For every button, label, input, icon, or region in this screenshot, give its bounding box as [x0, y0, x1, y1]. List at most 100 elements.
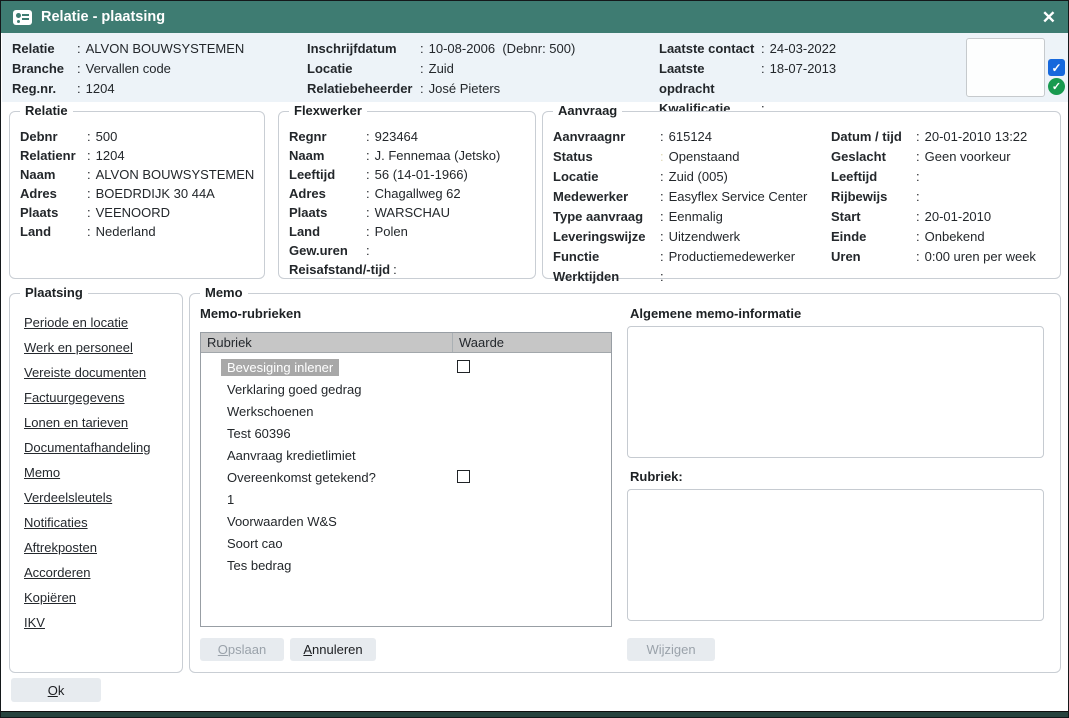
- colon: :: [84, 203, 96, 222]
- annuleren-button[interactable]: Annuleren: [290, 638, 376, 661]
- rubriek-cell[interactable]: Bevesiging inlener: [221, 359, 339, 376]
- field-value: Uitzendwerk: [669, 227, 741, 247]
- ok-button[interactable]: Ok: [11, 678, 101, 702]
- colon: :: [74, 59, 86, 79]
- rubriek-cell[interactable]: Voorwaarden W&S: [221, 513, 343, 530]
- waarde-checkbox[interactable]: [457, 360, 470, 373]
- groupbox-aanvraag: Aanvraag Aanvraagnr:615124 Status:Openst…: [542, 111, 1061, 279]
- field-value: ALVON BOUWSYSTEMEN: [86, 39, 245, 59]
- aanvraag-col-right: Datum / tijd:20-01-2010 13:22 Geslacht:G…: [831, 127, 1036, 267]
- column-header-waarde: Waarde: [453, 333, 611, 352]
- colon: :: [363, 203, 375, 222]
- groupbox-title: Memo: [200, 285, 248, 300]
- sidebar-link-kopieren[interactable]: Kopiëren: [24, 589, 168, 607]
- sidebar-link-verdeelsleutels[interactable]: Verdeelsleutels: [24, 489, 168, 507]
- table-row[interactable]: Overeenkomst getekend?: [201, 466, 611, 488]
- table-row[interactable]: Werkschoenen: [201, 400, 611, 422]
- colon: :: [363, 127, 375, 146]
- close-icon[interactable]: ✕: [1042, 9, 1056, 26]
- table-row[interactable]: Soort cao: [201, 532, 611, 554]
- field-label: Adres: [289, 184, 363, 203]
- table-row[interactable]: Bevesiging inlener: [201, 356, 611, 378]
- sidebar-link-notificaties[interactable]: Notificaties: [24, 514, 168, 532]
- waarde-checkbox[interactable]: [457, 470, 470, 483]
- colon: :: [913, 167, 925, 187]
- sidebar-link-accorderen[interactable]: Accorderen: [24, 564, 168, 582]
- colon: :: [913, 207, 925, 227]
- dialog-relatie-plaatsing: Relatie - plaatsing ✕ Relatie:ALVON BOUW…: [0, 0, 1069, 718]
- table-row[interactable]: Voorwaarden W&S: [201, 510, 611, 532]
- plaatsing-nav: Periode en locatie Werk en personeel Ver…: [10, 294, 182, 632]
- info-row: Leveringswijze:Uitzendwerk: [553, 227, 807, 247]
- memo-rubrieken-label: Memo-rubrieken: [200, 306, 301, 321]
- algemene-memo-textarea[interactable]: [627, 326, 1044, 458]
- field-label: Reisafstand/-tijd: [289, 260, 390, 279]
- info-row: Einde:Onbekend: [831, 227, 1036, 247]
- field-value: 1204: [86, 79, 115, 99]
- rubriek-cell[interactable]: Soort cao: [221, 535, 289, 552]
- rubriek-cell[interactable]: 1: [221, 491, 240, 508]
- info-row: Reg.nr.:1204: [12, 79, 244, 99]
- field-value: 20-01-2010 13:22: [925, 127, 1028, 147]
- rubriek-cell[interactable]: Tes bedrag: [221, 557, 297, 574]
- colon: :: [417, 59, 429, 79]
- field-label: Medewerker: [553, 187, 657, 207]
- colon: :: [913, 187, 925, 207]
- colon: :: [657, 247, 669, 267]
- table-row[interactable]: Aanvraag kredietlimiet: [201, 444, 611, 466]
- sidebar-link-documentafhandeling[interactable]: Documentafhandeling: [24, 439, 168, 457]
- table-row[interactable]: Test 60396: [201, 422, 611, 444]
- field-label: Branche: [12, 59, 74, 79]
- field-value: 923464: [375, 127, 418, 146]
- field-value: Easyflex Service Center: [669, 187, 808, 207]
- field-label: Type aanvraag: [553, 207, 657, 227]
- info-row: Reisafstand/-tijd:: [289, 260, 525, 279]
- field-value: Polen: [375, 222, 408, 241]
- table-row[interactable]: 1: [201, 488, 611, 510]
- button-label: k: [58, 683, 65, 698]
- table-body: Bevesiging inlener Verklaring goed gedra…: [201, 353, 611, 576]
- rubriek-cell[interactable]: Test 60396: [221, 425, 297, 442]
- sidebar-link-aftrekposten[interactable]: Aftrekposten: [24, 539, 168, 557]
- sidebar-link-lonen-en-tarieven[interactable]: Lonen en tarieven: [24, 414, 168, 432]
- field-value: 0:00 uren per week: [925, 247, 1036, 267]
- button-label: pslaan: [228, 642, 266, 657]
- field-value: Openstaand: [669, 147, 740, 167]
- field-value: 24-03-2022: [770, 39, 837, 59]
- rubriek-cell[interactable]: Overeenkomst getekend?: [221, 469, 382, 486]
- rubriek-textarea[interactable]: [627, 489, 1044, 621]
- info-row: Werktijden:: [553, 267, 807, 287]
- field-label: Einde: [831, 227, 913, 247]
- wijzigen-button[interactable]: Wijzigen: [627, 638, 715, 661]
- colon: :: [417, 79, 429, 99]
- colon: :: [84, 146, 96, 165]
- table-row[interactable]: Verklaring goed gedrag: [201, 378, 611, 400]
- rubriek-cell[interactable]: Werkschoenen: [221, 403, 319, 420]
- field-label: Plaats: [289, 203, 363, 222]
- colon: :: [913, 127, 925, 147]
- sidebar-link-factuurgegevens[interactable]: Factuurgegevens: [24, 389, 168, 407]
- window-title: Relatie - plaatsing: [41, 9, 165, 25]
- table-row[interactable]: Tes bedrag: [201, 554, 611, 576]
- field-label: Naam: [20, 165, 84, 184]
- field-value: Productiemedewerker: [669, 247, 795, 267]
- info-row: Geslacht:Geen voorkeur: [831, 147, 1036, 167]
- colon: :: [657, 187, 669, 207]
- info-row: Uren:0:00 uren per week: [831, 247, 1036, 267]
- rubriek-cell[interactable]: Verklaring goed gedrag: [221, 381, 367, 398]
- sidebar-link-ikv[interactable]: IKV: [24, 614, 168, 632]
- button-mnemonic: O: [218, 642, 228, 657]
- field-label: Naam: [289, 146, 363, 165]
- info-row: Relatie:ALVON BOUWSYSTEMEN: [12, 39, 244, 59]
- rubriek-cell[interactable]: Aanvraag kredietlimiet: [221, 447, 362, 464]
- sidebar-link-periode-en-locatie[interactable]: Periode en locatie: [24, 314, 168, 332]
- sidebar-link-vereiste-documenten[interactable]: Vereiste documenten: [24, 364, 168, 382]
- sidebar-link-memo[interactable]: Memo: [24, 464, 168, 482]
- opslaan-button[interactable]: Opslaan: [200, 638, 284, 661]
- sidebar-link-werk-en-personeel[interactable]: Werk en personeel: [24, 339, 168, 357]
- info-row: Leeftijd:56 (14-01-1966): [289, 165, 525, 184]
- field-value: 1204: [96, 146, 125, 165]
- field-value: Eenmalig: [669, 207, 723, 227]
- bottom-strip: [1, 711, 1068, 717]
- field-value: Geen voorkeur: [925, 147, 1011, 167]
